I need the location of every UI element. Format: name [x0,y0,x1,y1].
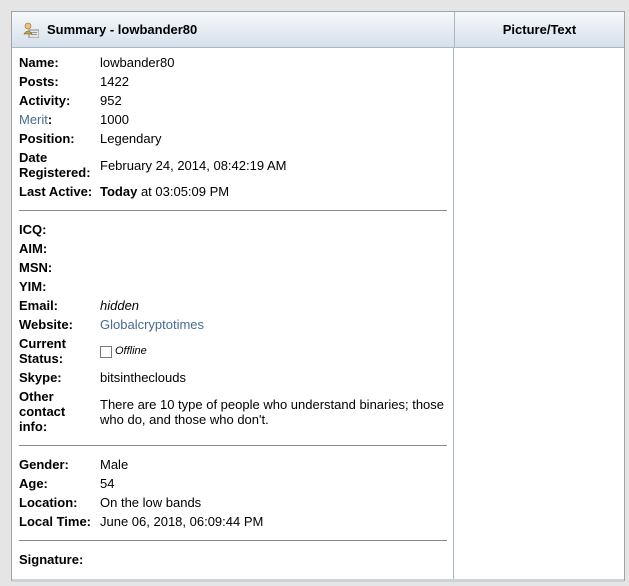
row-aim: AIM: [19,239,447,258]
website-link[interactable]: Globalcryptotimes [100,317,204,332]
row-icq: ICQ: [19,220,447,239]
age-label: Age: [19,476,48,491]
row-skype: Skype: bitsintheclouds [19,368,447,387]
row-msn: MSN: [19,258,447,277]
row-gender: Gender: Male [19,455,447,474]
gender-label: Gender: [19,457,69,472]
row-name: Name: lowbander80 [19,53,447,72]
panel-header: Summary - lowbander80 Picture/Text [12,12,624,48]
row-email: Email: hidden [19,296,447,315]
name-label: Name: [19,55,59,70]
signature-label: Signature: [19,552,84,567]
column-divider [453,47,454,580]
row-position: Position: Legendary [19,129,447,148]
yim-value [100,277,447,296]
website-value-cell: Globalcryptotimes [100,315,447,334]
row-last-active: Last Active: Today at 03:05:09 PM [19,182,447,201]
row-date-registered: Date Registered: February 24, 2014, 08:42… [19,148,447,182]
last-active-label: Last Active: [19,184,93,199]
last-active-value: Today at 03:05:09 PM [100,182,447,201]
yim-label: YIM: [19,279,47,294]
email-value: hidden [100,298,140,313]
other-contact-label-line3: info: [19,419,48,434]
age-value: 54 [100,476,115,491]
location-value: On the low bands [100,495,202,510]
local-time-value: June 06, 2018, 06:09:44 PM [100,514,264,529]
row-website: Website: Globalcryptotimes [19,315,447,334]
separator-row [19,436,447,455]
row-activity: Activity: 952 [19,91,447,110]
email-label: Email: [19,298,59,313]
date-registered-label-line1: Date [19,150,48,165]
merit-value: 1000 [100,112,129,127]
merit-colon: : [47,112,53,127]
activity-label: Activity: [19,93,71,108]
last-active-today: Today [100,184,138,199]
date-registered-value: February 24, 2014, 08:42:19 AM [100,157,287,173]
separator-row [19,531,447,550]
row-other-contact: Other contact info: There are 10 type of p… [19,387,447,436]
current-status-label: Current Status: [19,334,100,368]
msn-value [100,258,447,277]
section-divider [19,445,447,446]
summary-header: Summary - lowbander80 [12,12,453,47]
row-merit: Merit: 1000 [19,110,447,129]
picture-text-header: Picture/Text [454,12,624,47]
profile-info: Name: lowbander80 Posts: 1422 Activity: … [19,53,447,569]
merit-label-cell: Merit: [19,110,100,129]
other-contact-label-line1: Other [19,389,54,404]
date-registered-label: Date Registered: [19,148,100,182]
position-label: Position: [19,131,75,146]
separator-row [19,201,447,220]
last-active-time: at 03:05:09 PM [137,184,230,199]
summary-title: Summary - lowbander80 [47,22,198,37]
icq-value [100,220,447,239]
aim-value [100,239,447,258]
row-location: Location: On the low bands [19,493,447,512]
activity-value: 952 [100,93,122,108]
posts-value: 1422 [100,74,129,89]
location-label: Location: [19,495,78,510]
current-status-value: Offline [100,334,447,368]
row-age: Age: 54 [19,474,447,493]
gender-value: Male [100,457,129,472]
section-divider [19,210,447,211]
position-value: Legendary [100,131,162,146]
merit-link[interactable]: Merit [19,112,48,127]
row-posts: Posts: 1422 [19,72,447,91]
section-divider [19,540,447,541]
offline-status-icon [100,346,112,359]
panel-footer-bar [12,579,624,582]
date-registered-label-line2: Registered: [19,165,91,180]
name-value: lowbander80 [100,55,175,70]
row-current-status: Current Status: Offline [19,334,447,368]
profile-table: Name: lowbander80 Posts: 1422 Activity: … [19,53,447,569]
row-signature: Signature: [19,550,447,569]
skype-value: bitsintheclouds [100,370,186,385]
status-text: Offline [115,344,147,357]
row-local-time: Local Time: June 06, 2018, 06:09:44 PM [19,512,447,531]
icq-label: ICQ: [19,222,47,237]
profile-summary-panel: Summary - lowbander80 Picture/Text Name:… [11,11,625,582]
other-contact-label: Other contact info: [19,387,100,436]
signature-value [100,550,447,569]
posts-label: Posts: [19,74,59,89]
other-contact-value: There are 10 type of people who understa… [100,396,445,427]
local-time-label: Local Time: [19,514,92,529]
aim-label: AIM: [19,241,48,256]
website-label: Website: [19,317,73,332]
skype-label: Skype: [19,370,62,385]
current-status-label-line2: Status: [19,351,64,366]
other-contact-label-line2: contact [19,404,66,419]
row-yim: YIM: [19,277,447,296]
current-status-label-line1: Current [19,336,66,351]
msn-label: MSN: [19,260,53,275]
user-profile-icon [23,22,40,38]
